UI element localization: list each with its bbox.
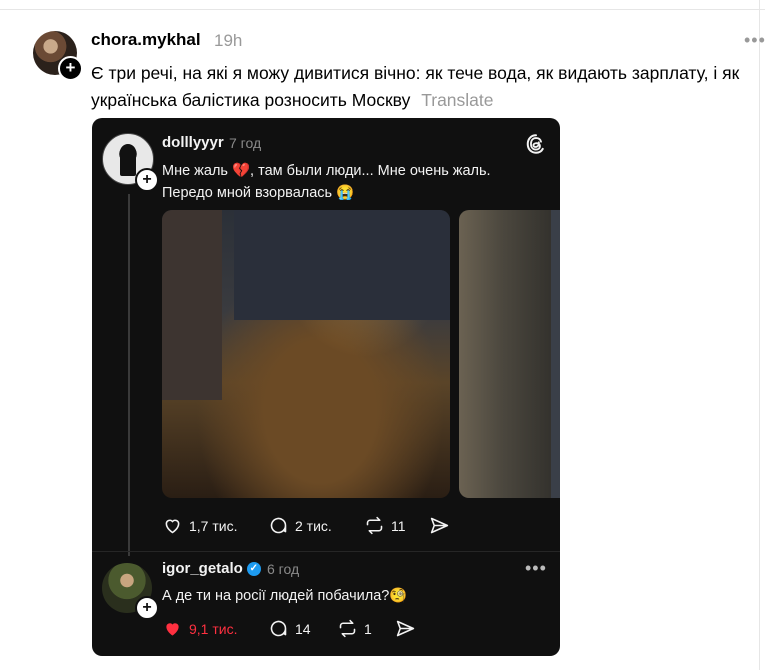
post-time: 19h xyxy=(214,31,243,50)
post-body: Є три речі, на які я можу дивитися вічно… xyxy=(91,63,740,110)
share-icon xyxy=(430,517,449,534)
quoted-repost-button[interactable]: 11 xyxy=(364,515,406,536)
quoted-like-button[interactable]: 1,7 тис. xyxy=(162,515,237,536)
comment-icon xyxy=(270,620,287,637)
reply-repost-button[interactable]: 1 xyxy=(337,618,372,639)
reply-repost-count: 1 xyxy=(364,620,372,637)
reply-text: А де ти на росії людей побачила?🧐 xyxy=(162,588,408,604)
reply-follow-plus-icon[interactable]: + xyxy=(135,596,159,620)
photo-building-back xyxy=(234,210,450,320)
reply-more-icon[interactable]: ••• xyxy=(525,558,547,579)
reply-share-button[interactable] xyxy=(395,618,416,639)
quoted-repost-count: 11 xyxy=(391,517,406,534)
reply-username-row[interactable]: igor_getalo ✓ xyxy=(162,560,261,577)
card-divider xyxy=(92,551,560,552)
explosion-photo[interactable] xyxy=(162,210,450,498)
reply-like-count: 9,1 тис. xyxy=(189,620,238,637)
heart-icon xyxy=(166,623,179,636)
reply-username[interactable]: igor_getalo xyxy=(162,560,243,577)
quoted-like-count: 1,7 тис. xyxy=(189,517,238,534)
photo-sky xyxy=(551,210,560,498)
quoted-username[interactable]: dolllyyyr xyxy=(162,134,224,151)
heart-icon xyxy=(165,519,180,534)
quoted-post-card[interactable]: + dolllyyyr 7 год Мне жаль 💔, там были л… xyxy=(92,118,560,656)
post-text: Є три речі, на які я можу дивитися вічно… xyxy=(91,60,761,114)
quoted-comment-count: 2 тис. xyxy=(295,517,332,534)
follow-plus-icon[interactable]: + xyxy=(58,56,83,81)
top-divider xyxy=(0,9,765,10)
building-photo[interactable] xyxy=(459,210,560,498)
share-icon xyxy=(396,620,415,637)
quoted-comment-button[interactable]: 2 тис. xyxy=(268,515,332,536)
quoted-text: Мне жаль 💔, там были люди... Мне очень ж… xyxy=(162,163,491,201)
verified-icon: ✓ xyxy=(246,561,261,576)
quoted-share-button[interactable] xyxy=(429,515,450,536)
reply-time: 6 год xyxy=(267,561,300,577)
comment-icon xyxy=(270,517,287,534)
threads-logo-icon xyxy=(526,134,544,154)
translate-link[interactable]: Translate xyxy=(421,90,493,110)
reply-comment-count: 14 xyxy=(295,620,311,637)
quoted-time: 7 год xyxy=(229,135,262,151)
thread-line xyxy=(128,194,130,556)
quoted-follow-plus-icon[interactable]: + xyxy=(135,168,159,192)
reply-like-button[interactable]: 9,1 тис. xyxy=(162,618,237,639)
reply-comment-button[interactable]: 14 xyxy=(268,618,311,639)
photo-building-left xyxy=(162,210,222,400)
repost-icon xyxy=(339,619,356,638)
more-icon[interactable]: ••• xyxy=(744,30,765,51)
repost-icon xyxy=(366,516,383,535)
post-username[interactable]: chora.mykhal xyxy=(91,30,201,50)
